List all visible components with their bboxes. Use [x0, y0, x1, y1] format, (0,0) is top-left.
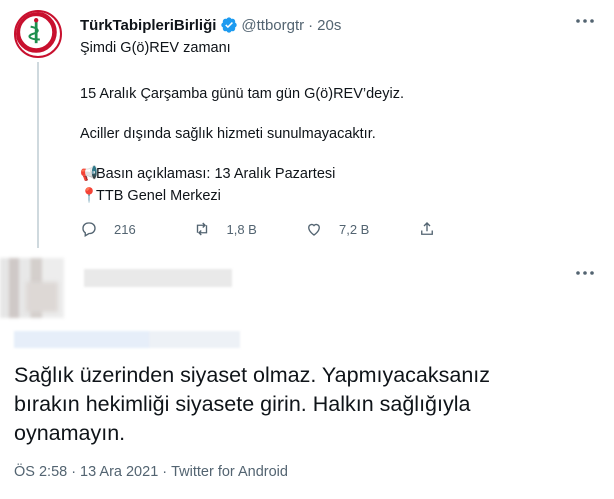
blurred-handle: [14, 331, 240, 348]
quoted-tweet-header: TürkTabipleriBirliği @ttborgtr · 20s: [80, 16, 341, 34]
ttb-logo-avatar[interactable]: [14, 10, 62, 58]
handle[interactable]: @ttborgtr: [241, 17, 304, 34]
quoted-tweet[interactable]: TürkTabipleriBirliği @ttborgtr · 20s Şim…: [0, 0, 614, 250]
retweet-button[interactable]: 1,8 B: [193, 220, 306, 238]
megaphone-icon: 📢: [80, 166, 99, 182]
separator-dot: ·: [162, 464, 168, 480]
press-line: 📢Basın açıklaması: 13 Aralık Pazartesi: [80, 166, 335, 183]
location-line: 📍TTB Genel Merkezi: [80, 188, 221, 205]
reply-line-3: oynamayın.: [14, 421, 126, 445]
reply-button[interactable]: 216: [80, 220, 193, 238]
blurred-avatar-detail: [26, 282, 58, 312]
like-button[interactable]: 7,2 B: [305, 220, 418, 238]
blurred-display-name: [84, 269, 232, 287]
heart-icon: [308, 223, 320, 236]
more-options-icon[interactable]: [574, 266, 596, 280]
tweet-line-1: Şimdi G(ö)REV zamanı: [80, 40, 231, 56]
separator-dot: ·: [308, 16, 314, 34]
share-icon: [420, 222, 433, 235]
display-name[interactable]: TürkTabipleriBirliği: [80, 17, 216, 34]
tweet-line-3: Aciller dışında sağlık hizmeti sunulmaya…: [80, 126, 376, 142]
location-text: TTB Genel Merkezi: [96, 188, 221, 204]
separator-dot: ·: [71, 464, 77, 480]
press-text: Basın açıklaması: 13 Aralık Pazartesi: [96, 166, 336, 182]
reply-line-1: Sağlık üzerinden siyaset olmaz. Yapmıyac…: [14, 363, 491, 387]
reply-line-2: bırakın hekimliği siyasete girin. Halkın…: [14, 392, 471, 416]
pin-icon: 📍: [80, 188, 99, 204]
share-button[interactable]: [418, 220, 531, 238]
timestamp[interactable]: 20s: [317, 17, 341, 34]
reply-count: 216: [114, 221, 136, 237]
tweet-actions: 216 1,8 B 7,2 B: [80, 220, 530, 238]
tweet-date[interactable]: 13 Ara 2021: [80, 464, 158, 480]
like-count: 7,2 B: [339, 221, 370, 237]
tweet-client[interactable]: Twitter for Android: [171, 464, 288, 480]
reply-tweet-text: Sağlık üzerinden siyaset olmaz. Yapmıyac…: [14, 361, 594, 448]
retweet-icon: [196, 222, 207, 236]
ttb-logo-icon: [16, 12, 57, 53]
tweet-time[interactable]: ÖS 2:58: [14, 464, 67, 480]
retweet-count: 1,8 B: [226, 221, 257, 237]
reply-icon: [82, 222, 96, 237]
thread-line: [37, 62, 39, 248]
tweet-meta: ÖS 2:58 · 13 Ara 2021 · Twitter for Android: [14, 464, 288, 480]
more-options-icon[interactable]: [574, 14, 596, 28]
verified-badge-icon: [221, 17, 238, 33]
tweet-line-2: 15 Aralık Çarşamba günü tam gün G(ö)REV’…: [80, 86, 404, 102]
